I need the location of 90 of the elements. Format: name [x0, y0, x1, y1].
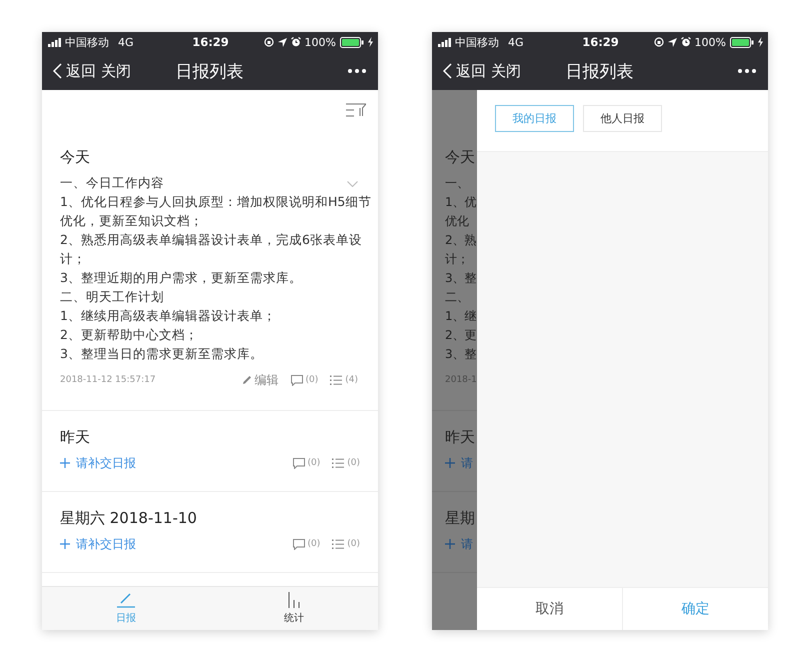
- report-line: 3、整: [445, 270, 477, 287]
- alarm-icon: [290, 37, 301, 47]
- list-icon: [330, 375, 342, 385]
- edit-button[interactable]: 编辑: [242, 372, 278, 388]
- charging-icon: [368, 37, 373, 47]
- comment-count: (0): [306, 375, 318, 385]
- comment-count: (0): [308, 458, 320, 468]
- comment-icon: [290, 374, 302, 386]
- page-title: 日报列表: [176, 60, 244, 82]
- comment-count: (0): [308, 539, 320, 549]
- report-title: 昨天: [60, 427, 91, 448]
- signal-icon: [48, 38, 62, 46]
- bar-chart-icon: [288, 592, 300, 608]
- report-timestamp: 2018-11-12 15:57:17: [60, 375, 156, 385]
- battery-icon: [340, 36, 364, 48]
- comment-button[interactable]: (0): [292, 538, 320, 550]
- filter-icon[interactable]: [346, 103, 366, 117]
- report-line: 2、更新帮助中心文档；: [60, 327, 198, 344]
- report-line: 1、继续用高级表单编辑器设计表单；: [60, 308, 276, 325]
- more-icon[interactable]: [738, 69, 756, 73]
- more-icon[interactable]: [348, 69, 366, 73]
- report-line: 1、继: [445, 308, 477, 325]
- supplement-link[interactable]: 请补交日报: [60, 536, 136, 552]
- rotation-lock-icon: [654, 37, 664, 47]
- filter-option[interactable]: 我的日报: [495, 105, 574, 132]
- location-icon: [278, 38, 287, 46]
- back-chevron-icon: [53, 63, 62, 79]
- list-button[interactable]: (0): [332, 539, 360, 549]
- battery-icon: [730, 36, 754, 48]
- charging-icon: [758, 37, 763, 47]
- back-chevron-icon: [443, 63, 452, 79]
- rotation-lock-icon: [264, 37, 274, 47]
- status-time: 16:29: [192, 35, 229, 49]
- report-line: 计；: [445, 251, 469, 268]
- battery-percent: 100%: [304, 36, 336, 48]
- comment-button[interactable]: (0): [290, 374, 318, 386]
- alarm-icon: [680, 37, 691, 47]
- carrier-name: 中国移动: [65, 34, 109, 50]
- list-icon: [332, 458, 344, 468]
- network-type: 4G: [118, 36, 134, 48]
- close-button[interactable]: 关闭: [491, 62, 521, 80]
- plus-icon: [60, 458, 70, 468]
- report-line: 1、优: [445, 194, 477, 211]
- comment-icon: [292, 458, 304, 468]
- list-count: (0): [347, 539, 360, 549]
- report-title: 昨天: [445, 427, 476, 448]
- list-button[interactable]: (4): [330, 375, 358, 385]
- list-count: (0): [347, 458, 360, 468]
- report-title: 今天: [60, 147, 91, 168]
- list-button[interactable]: (0): [332, 458, 360, 468]
- location-icon: [668, 38, 677, 46]
- back-button[interactable]: 返回: [53, 62, 96, 80]
- plus-icon: [445, 539, 455, 549]
- list-icon: [332, 539, 344, 549]
- close-button[interactable]: 关闭: [101, 62, 131, 80]
- report-line: 2、熟: [445, 232, 477, 249]
- report-title: 星期六 2018-11-10: [60, 508, 198, 529]
- pencil-icon: [242, 375, 252, 385]
- tab[interactable]: 日报: [42, 587, 210, 630]
- report-title: 今天: [445, 147, 476, 168]
- report-line: 2、更: [445, 327, 477, 344]
- page-title: 日报列表: [566, 60, 634, 82]
- plus-icon: [445, 458, 455, 468]
- tab[interactable]: 统计: [210, 587, 378, 630]
- report-line: 一、: [445, 175, 469, 192]
- report-title: 星期: [445, 508, 476, 529]
- carrier-name: 中国移动: [455, 34, 499, 50]
- report-line: 2、熟悉用高级表单编辑器设计表单，完成6张表单设: [60, 232, 362, 249]
- battery-percent: 100%: [694, 36, 726, 48]
- plus-icon: [60, 539, 70, 549]
- report-line: 优化: [445, 213, 469, 230]
- report-line: 二、明天工作计划: [60, 289, 164, 306]
- back-button[interactable]: 返回: [443, 62, 486, 80]
- supplement-link[interactable]: 请补交日报: [60, 454, 136, 472]
- pen-icon: [117, 592, 135, 608]
- filter-option[interactable]: 他人日报: [583, 105, 662, 132]
- comment-button[interactable]: (0): [292, 458, 320, 468]
- report-line: 二、: [445, 289, 469, 306]
- report-line: 一、今日工作内容: [60, 175, 164, 192]
- signal-icon: [438, 38, 452, 46]
- report-line: 3、整: [445, 346, 477, 363]
- report-line: 1、优化日程参与人回执原型：增加权限说明和H5细节: [60, 194, 372, 211]
- report-line: 优化，更新至知识文档；: [60, 213, 203, 230]
- status-time: 16:29: [582, 35, 619, 49]
- report-line: 3、整理当日的需求更新至需求库。: [60, 346, 263, 363]
- list-count: (4): [345, 375, 358, 385]
- report-line: 计；: [60, 251, 86, 268]
- network-type: 4G: [508, 36, 524, 48]
- report-line: 3、整理近期的用户需求，更新至需求库。: [60, 270, 302, 287]
- comment-icon: [292, 538, 304, 550]
